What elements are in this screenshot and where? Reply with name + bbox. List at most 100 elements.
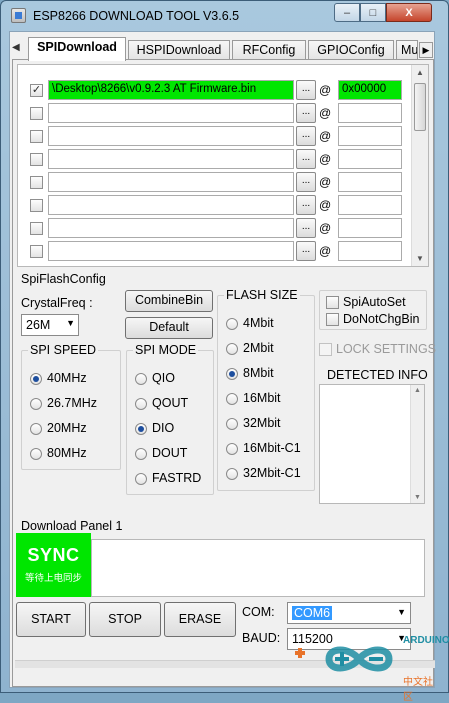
download-log[interactable] [91,539,425,597]
radio-label: DIO [152,421,175,435]
file-enable-checkbox[interactable] [30,199,43,212]
file-enable-checkbox[interactable]: ✓ [30,84,43,97]
tab-more[interactable]: Mu [396,40,418,60]
browse-button[interactable]: ... [296,80,316,100]
at-symbol: @ [319,244,332,258]
scroll-up-icon[interactable]: ▲ [416,68,424,77]
file-path-field[interactable] [48,218,294,238]
radio-label: FASTRD [152,471,202,485]
lock-settings-label: LOCK SETTINGS [336,342,437,356]
address-field[interactable] [338,218,402,238]
radio-label: DOUT [152,446,188,460]
arduino-watermark: ARDUINO 中文社区 [291,629,449,703]
file-path-field[interactable] [48,103,294,123]
at-symbol: @ [319,129,332,143]
browse-button[interactable]: ... [296,172,316,192]
file-path-field[interactable] [48,126,294,146]
file-row: ... @ [18,194,412,216]
address-field[interactable] [338,126,402,146]
radio-dot-icon [135,448,147,460]
file-path-field[interactable] [48,172,294,192]
watermark-sub: 中文社区 [403,677,433,703]
file-row: ... @ [18,217,412,239]
tab-scroll-left-icon[interactable]: ◀ [12,42,22,56]
radio-dot-icon [30,398,42,410]
maximize-button[interactable]: □ [360,3,386,22]
address-field[interactable] [338,103,402,123]
stop-button[interactable]: STOP [89,602,161,637]
address-field[interactable] [338,195,402,215]
file-enable-checkbox[interactable] [30,130,43,143]
at-symbol: @ [319,221,332,235]
minimize-button[interactable]: – [334,3,360,22]
file-path-field[interactable]: \Desktop\8266\v0.9.2.3 AT Firmware.bin [48,80,294,100]
radio-label: 26.7MHz [47,396,98,410]
detected-info-scrollbar[interactable]: ▲ ▼ [410,385,424,503]
address-field[interactable] [338,149,402,169]
radio-dot-icon [226,393,238,405]
at-symbol: @ [319,152,332,166]
file-enable-checkbox[interactable] [30,245,43,258]
radio-label: 16Mbit-C1 [243,441,301,455]
file-path-field[interactable] [48,241,294,261]
tab-scroll-right-icon[interactable]: ▶ [419,42,433,58]
radio-dot-icon [135,373,147,385]
browse-button[interactable]: ... [296,241,316,261]
file-enable-checkbox[interactable] [30,222,43,235]
radio-dot-icon [226,368,238,380]
radio-dot-icon [135,473,147,485]
sync-status-indicator: SYNC 等待上电同步 [16,533,91,597]
file-enable-checkbox[interactable] [30,107,43,120]
flash-size-title: FLASH SIZE [224,288,300,302]
browse-button[interactable]: ... [296,149,316,169]
app-icon [11,8,26,23]
file-row: ... @ [18,240,412,262]
browse-button[interactable]: ... [296,103,316,123]
tab-gpioconfig[interactable]: GPIOConfig [308,40,394,60]
title-bar[interactable]: ESP8266 DOWNLOAD TOOL V3.6.5 – □ X [1,1,448,31]
tab-hspidownload[interactable]: HSPIDownload [128,40,230,60]
baud-label: BAUD: [242,631,281,645]
combine-bin-button[interactable]: CombineBin [125,290,213,312]
file-path-field[interactable] [48,149,294,169]
radio-dot-icon [30,423,42,435]
radio-label: 16Mbit [243,391,281,405]
file-row: ... @ [18,148,412,170]
tab-rfconfig[interactable]: RFConfig [232,40,306,60]
checkbox-box [326,313,339,326]
chevron-down-icon: ▼ [397,607,406,617]
radio-label: 80MHz [47,446,87,460]
close-button[interactable]: X [386,3,432,22]
file-path-field[interactable] [48,195,294,215]
com-port-select[interactable]: COM6 ▼ [287,602,411,624]
address-field[interactable]: 0x00000 [338,80,402,100]
crystal-freq-select[interactable]: 26M ▼ [21,314,79,336]
start-button[interactable]: START [16,602,86,637]
file-enable-checkbox[interactable] [30,153,43,166]
flash-size-group: FLASH SIZE 4Mbit 2Mbit 8Mbit 16Mbit 32Mbit 16… [217,288,315,491]
tab-spidownload[interactable]: SPIDownload [28,37,126,61]
browse-button[interactable]: ... [296,195,316,215]
spi-speed-title: SPI SPEED [28,343,98,357]
scroll-thumb[interactable] [414,83,426,131]
browse-button[interactable]: ... [296,126,316,146]
file-row: ... @ [18,125,412,147]
radio-dot-icon [226,468,238,480]
scroll-down-icon[interactable]: ▼ [416,254,424,263]
address-field[interactable] [338,172,402,192]
detected-info-box[interactable]: ▲ ▼ [319,384,425,504]
erase-button[interactable]: ERASE [164,602,236,637]
spidownload-page: ✓ \Desktop\8266\v0.9.2.3 AT Firmware.bin.… [12,59,437,687]
scroll-down-icon[interactable]: ▼ [414,494,421,501]
browse-button[interactable]: ... [296,218,316,238]
scroll-up-icon[interactable]: ▲ [414,387,421,394]
spi-speed-group: SPI SPEED 40MHz 26.7MHz 20MHz 80MHz [21,343,121,470]
crystal-freq-label: CrystalFreq : [21,296,93,310]
checkbox-box [319,343,332,356]
address-field[interactable] [338,241,402,261]
file-list-scrollbar[interactable]: ▲ ▼ [411,65,428,266]
radio-label: 2Mbit [243,341,274,355]
radio-label: QOUT [152,396,189,410]
file-enable-checkbox[interactable] [30,176,43,189]
default-button[interactable]: Default [125,317,213,339]
